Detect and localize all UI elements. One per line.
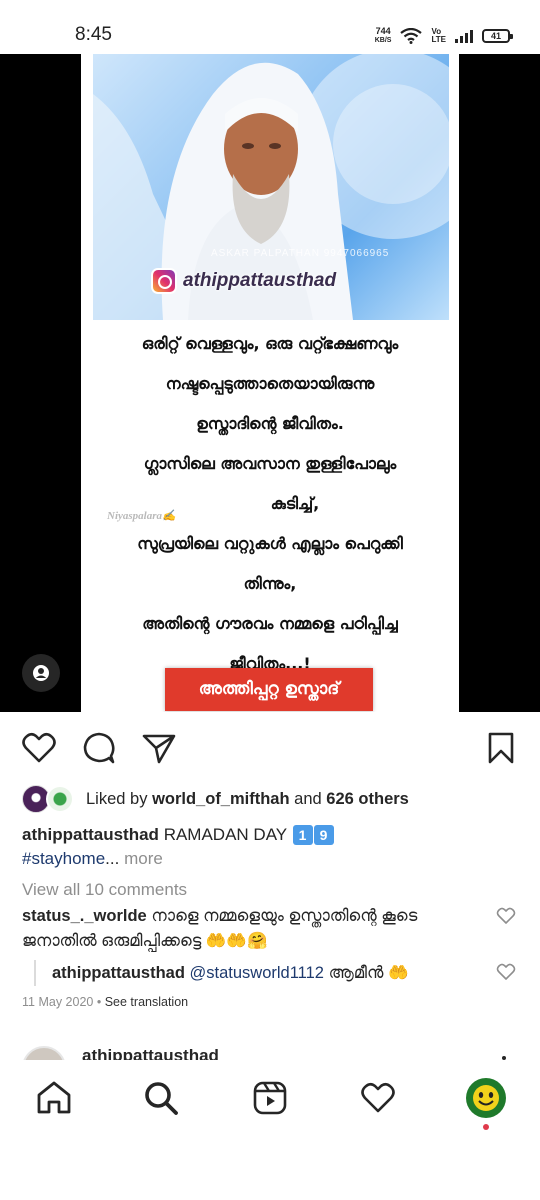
reels-icon (253, 1081, 287, 1115)
network-speed-value: 744 (375, 26, 391, 36)
caption-username[interactable]: athippattausthad (22, 825, 159, 844)
post-actions (0, 724, 540, 774)
next-post-username[interactable]: athippattausthad (82, 1046, 219, 1060)
nav-activity[interactable] (358, 1078, 398, 1118)
nav-search[interactable] (141, 1078, 181, 1118)
quote-line: നഷ്ടപ്പെടുത്താതെയായിരുന്നു (165, 374, 375, 393)
more-link[interactable]: more (124, 849, 163, 868)
name-banner: അത്തിപ്പറ്റ ഉസ്താദ് (165, 668, 373, 711)
bottom-navigation (0, 1060, 540, 1140)
comment-username[interactable]: status_._worlde (22, 907, 147, 925)
smiley-icon (473, 1085, 499, 1111)
notification-dot (483, 1124, 489, 1130)
caption-hashtag-line: #stayhome... more (22, 846, 163, 872)
save-button[interactable] (483, 730, 519, 766)
battery-level: 41 (490, 31, 501, 41)
quote-line: ഒരിറ്റ് വെള്ളവും, ഒരു വറ്റ്ഭക്ഷണവും (141, 334, 399, 353)
reply-text: ആമീൻ 🤲 (328, 964, 409, 982)
likes-prefix: Liked by (86, 789, 148, 808)
comment-button[interactable] (81, 730, 117, 766)
profile-avatar (466, 1078, 506, 1118)
quote-line: അതിന്റെ ഗൗരവം നമ്മളെ പഠിപ്പിച്ച (142, 614, 398, 633)
volte-indicator: Vo LTE (431, 28, 446, 44)
network-speed-unit: KB/S (374, 37, 392, 44)
nav-reels[interactable] (250, 1078, 290, 1118)
comment-like-heart-icon[interactable] (496, 906, 516, 926)
quote-line: ഉസ്താദിന്റെ ജീവിതം. (196, 414, 344, 433)
quote-line-with-signature: Niyaspalara✍ കുടിച്ച്, (81, 484, 459, 524)
send-icon (142, 734, 176, 764)
comment-icon (83, 732, 115, 764)
likes-joiner: and (294, 789, 322, 808)
post-media[interactable]: ASKAR PALPATHAN 9947066965 athippattaust… (0, 54, 540, 712)
post-meta: 11 May 2020 • See translation (22, 995, 188, 1009)
reply-like-heart-icon[interactable] (496, 962, 516, 982)
hashtag-link[interactable]: #stayhome (22, 849, 105, 868)
avatar (46, 785, 74, 813)
status-icons: 744 KB/S Vo LTE 41 (375, 24, 513, 48)
reply-mention[interactable]: @statusworld1112 (190, 964, 324, 982)
volte-bottom: LTE (431, 35, 446, 44)
wifi-icon (400, 28, 423, 44)
caption-text: RAMADAN DAY (163, 825, 287, 844)
heart-icon (22, 732, 56, 763)
search-icon (145, 1082, 178, 1115)
nav-profile[interactable] (466, 1078, 506, 1118)
quote-text: ഒരിറ്റ് വെള്ളവും, ഒരു വറ്റ്ഭക്ഷണവും നഷ്ട… (81, 324, 459, 684)
likes-others[interactable]: 626 others (326, 790, 409, 809)
meta-separator: • (96, 995, 102, 1009)
signature: Niyaspalara✍ (107, 510, 176, 522)
network-speed: 744 KB/S (375, 26, 392, 46)
quote-line: ഗ്ലാസിലെ അവസാന തുള്ളിപോലും (143, 454, 397, 473)
quote-line: തിന്നും, (243, 574, 297, 593)
bookmark-icon (488, 732, 514, 764)
home-icon (37, 1081, 71, 1114)
clock: 8:45 (75, 24, 112, 45)
instagram-handle-text: athippattausthad (183, 270, 337, 291)
quote-line: കുടിച്ച്, (270, 494, 320, 513)
next-post-header: athippattausthad (0, 1044, 540, 1060)
reply-username[interactable]: athippattausthad (52, 964, 185, 982)
tagged-users-button[interactable] (22, 654, 60, 692)
poster-image: ASKAR PALPATHAN 9947066965 athippattaust… (81, 54, 459, 712)
keycap-digit: 9 (313, 825, 334, 845)
liker-avatars (22, 785, 78, 813)
comment: status_._worlde നാളെ നമ്മളെയും ഉസ്താതിന്… (22, 904, 492, 954)
likes-summary[interactable]: Liked by world_of_mifthah and 626 others (22, 785, 409, 813)
comment-reply: athippattausthad @statusworld1112 ആമീൻ 🤲 (34, 960, 494, 986)
caption-ellipsis: ... (105, 849, 120, 868)
share-button[interactable] (141, 730, 177, 766)
avatar[interactable] (22, 1046, 66, 1060)
keycap-digit: 1 (292, 825, 313, 845)
see-translation-link[interactable]: See translation (105, 995, 188, 1009)
liker-username[interactable]: world_of_mifthah (152, 790, 290, 809)
portrait-photo: ASKAR PALPATHAN 9947066965 athippattaust… (93, 54, 449, 320)
activity-heart-icon (361, 1082, 395, 1113)
instagram-tag: athippattausthad (151, 268, 336, 294)
like-button[interactable] (21, 730, 57, 766)
post-caption: athippattausthad RAMADAN DAY 19 (22, 822, 334, 848)
status-bar: 8:45 744 KB/S Vo LTE 41 (0, 0, 540, 54)
cellular-signal-icon (455, 29, 473, 43)
user-icon (33, 665, 49, 681)
post-date: 11 May 2020 (22, 995, 94, 1009)
instagram-logo-icon (151, 268, 177, 294)
nav-home[interactable] (34, 1078, 74, 1118)
battery-icon: 41 (482, 29, 513, 43)
view-all-comments-link[interactable]: View all 10 comments (22, 877, 187, 903)
photo-watermark: ASKAR PALPATHAN 9947066965 (211, 248, 390, 259)
